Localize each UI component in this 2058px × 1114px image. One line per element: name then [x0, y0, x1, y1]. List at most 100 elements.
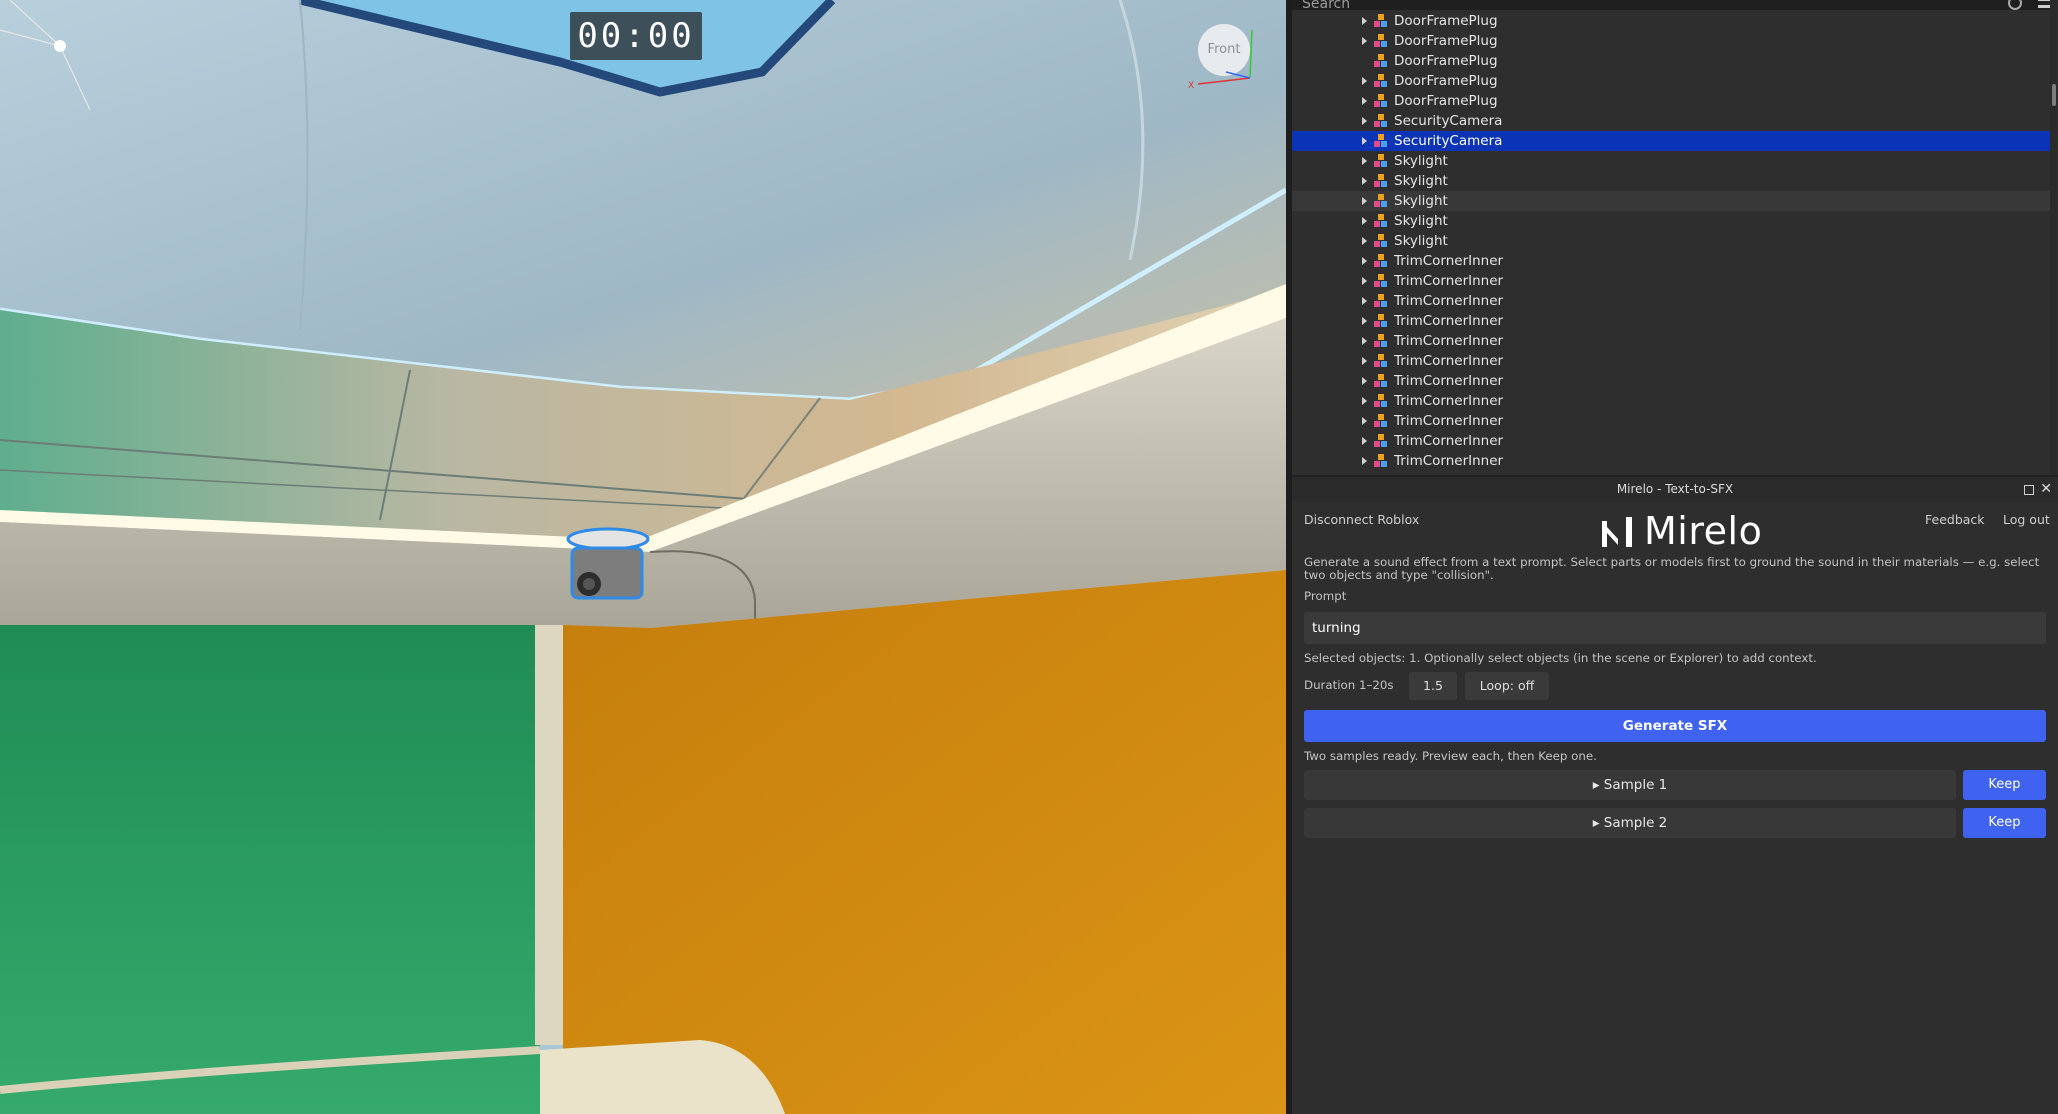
expand-caret-icon[interactable]: [1362, 277, 1367, 285]
explorer-item[interactable]: TrimCornerInner: [1292, 291, 2050, 311]
explorer-item[interactable]: Skylight: [1292, 211, 2050, 231]
explorer-item-label: DoorFramePlug: [1394, 73, 1498, 89]
model-icon: [1374, 74, 1388, 88]
filter-icon[interactable]: [2008, 0, 2022, 10]
model-icon: [1374, 34, 1388, 48]
duration-label: Duration 1–20s: [1304, 678, 1394, 692]
explorer-item[interactable]: SecurityCamera: [1292, 131, 2050, 151]
model-icon: [1374, 334, 1388, 348]
logout-link[interactable]: Log out: [2003, 512, 2050, 527]
explorer-item[interactable]: TrimCornerInner: [1292, 391, 2050, 411]
explorer-item-label: TrimCornerInner: [1394, 393, 1504, 409]
disconnect-roblox-button[interactable]: Disconnect Roblox: [1304, 512, 1419, 527]
sample-1-play-button[interactable]: ▸ Sample 1: [1304, 770, 1956, 800]
x-axis-label: X: [1188, 81, 1194, 90]
explorer-item-label: TrimCornerInner: [1394, 333, 1504, 349]
expand-caret-icon[interactable]: [1362, 337, 1367, 345]
expand-caret-icon[interactable]: [1362, 397, 1367, 405]
explorer-item[interactable]: DoorFramePlug: [1292, 51, 2050, 71]
explorer-item[interactable]: TrimCornerInner: [1292, 411, 2050, 431]
expand-caret-icon[interactable]: [1362, 417, 1367, 425]
sample-2-keep-button[interactable]: Keep: [1963, 808, 2046, 838]
explorer-item-label: Skylight: [1394, 213, 1448, 229]
expand-caret-icon[interactable]: [1362, 37, 1367, 45]
expand-caret-icon[interactable]: [1362, 177, 1367, 185]
explorer-panel: Search DoorFramePlug DoorFramePlug DoorFra…: [1292, 0, 2058, 475]
model-icon: [1374, 434, 1388, 448]
expand-caret-icon[interactable]: [1362, 457, 1367, 465]
popout-icon[interactable]: [2024, 485, 2034, 495]
explorer-item[interactable]: TrimCornerInner: [1292, 351, 2050, 371]
explorer-item[interactable]: Skylight: [1292, 151, 2050, 171]
explorer-scrollbar[interactable]: [2050, 0, 2058, 475]
model-icon: [1374, 294, 1388, 308]
explorer-item[interactable]: DoorFramePlug: [1292, 71, 2050, 91]
explorer-item-label: TrimCornerInner: [1394, 453, 1504, 469]
explorer-scrollbar-thumb[interactable]: [2052, 84, 2056, 106]
expand-caret-icon[interactable]: [1362, 97, 1367, 105]
model-icon: [1374, 234, 1388, 248]
model-icon: [1374, 134, 1388, 148]
explorer-item[interactable]: DoorFramePlug: [1292, 11, 2050, 31]
explorer-item-label: DoorFramePlug: [1394, 93, 1498, 109]
expand-caret-icon[interactable]: [1362, 197, 1367, 205]
model-icon: [1374, 194, 1388, 208]
expand-caret-icon[interactable]: [1362, 297, 1367, 305]
view-cube[interactable]: Front X: [1186, 20, 1262, 90]
explorer-search-bar[interactable]: Search: [1292, 0, 2058, 10]
explorer-item-label: DoorFramePlug: [1394, 13, 1498, 29]
expand-caret-icon[interactable]: [1362, 117, 1367, 125]
expand-caret-icon[interactable]: [1362, 257, 1367, 265]
explorer-item[interactable]: SecurityCamera: [1292, 111, 2050, 131]
explorer-item[interactable]: TrimCornerInner: [1292, 331, 2050, 351]
prompt-label: Prompt: [1304, 589, 1347, 603]
explorer-item-label: TrimCornerInner: [1394, 413, 1504, 429]
expand-caret-icon[interactable]: [1362, 217, 1367, 225]
explorer-item[interactable]: TrimCornerInner: [1292, 431, 2050, 451]
generate-sfx-button[interactable]: Generate SFX: [1304, 710, 2046, 742]
plugin-title-bar: Mirelo - Text-to-SFX ✕: [1292, 475, 2058, 502]
expand-caret-icon[interactable]: [1362, 77, 1367, 85]
expand-caret-icon[interactable]: [1362, 137, 1367, 145]
model-icon: [1374, 274, 1388, 288]
expand-caret-icon[interactable]: [1362, 17, 1367, 25]
explorer-item[interactable]: DoorFramePlug: [1292, 91, 2050, 111]
explorer-search-placeholder[interactable]: Search: [1302, 0, 1350, 10]
expand-caret-icon[interactable]: [1362, 237, 1367, 245]
explorer-item-label: Skylight: [1394, 233, 1448, 249]
expand-caret-icon[interactable]: [1362, 377, 1367, 385]
expand-caret-icon[interactable]: [1362, 317, 1367, 325]
explorer-item[interactable]: TrimCornerInner: [1292, 371, 2050, 391]
close-icon[interactable]: ✕: [2040, 477, 2052, 502]
scene-render[interactable]: [0, 0, 1286, 1114]
plugin-window-title: Mirelo - Text-to-SFX: [1616, 482, 1734, 496]
model-icon: [1374, 174, 1388, 188]
explorer-item[interactable]: Skylight: [1292, 171, 2050, 191]
explorer-item[interactable]: Skylight: [1292, 231, 2050, 251]
explorer-item[interactable]: TrimCornerInner: [1292, 251, 2050, 271]
feedback-link[interactable]: Feedback: [1925, 512, 1985, 527]
expand-caret-icon[interactable]: [1362, 437, 1367, 445]
explorer-item-label: TrimCornerInner: [1394, 253, 1504, 269]
plugin-description: Generate a sound effect from a text prom…: [1304, 555, 2040, 582]
sample-2-play-button[interactable]: ▸ Sample 2: [1304, 808, 1956, 838]
explorer-item[interactable]: TrimCornerInner: [1292, 311, 2050, 331]
explorer-item[interactable]: Skylight: [1292, 191, 2050, 211]
3d-viewport[interactable]: 00:00 Front X: [0, 0, 1286, 1114]
explorer-item[interactable]: TrimCornerInner: [1292, 451, 2050, 471]
duration-input[interactable]: 1.5: [1409, 672, 1457, 700]
expand-caret-icon[interactable]: [1362, 157, 1367, 165]
model-icon: [1374, 94, 1388, 108]
explorer-item[interactable]: DoorFramePlug: [1292, 31, 2050, 51]
explorer-item-label: SecurityCamera: [1394, 113, 1503, 129]
sample-1-keep-button[interactable]: Keep: [1963, 770, 2046, 800]
model-icon: [1374, 314, 1388, 328]
model-icon: [1374, 394, 1388, 408]
prompt-input[interactable]: [1304, 612, 2046, 644]
expand-caret-icon[interactable]: [1362, 357, 1367, 365]
security-camera-model[interactable]: [566, 527, 650, 600]
explorer-item[interactable]: TrimCornerInner: [1292, 271, 2050, 291]
playtest-timer: 00:00: [570, 12, 702, 60]
explorer-tree: DoorFramePlug DoorFramePlug DoorFramePlug D…: [1292, 11, 2050, 471]
loop-toggle[interactable]: Loop: off: [1465, 672, 1549, 700]
